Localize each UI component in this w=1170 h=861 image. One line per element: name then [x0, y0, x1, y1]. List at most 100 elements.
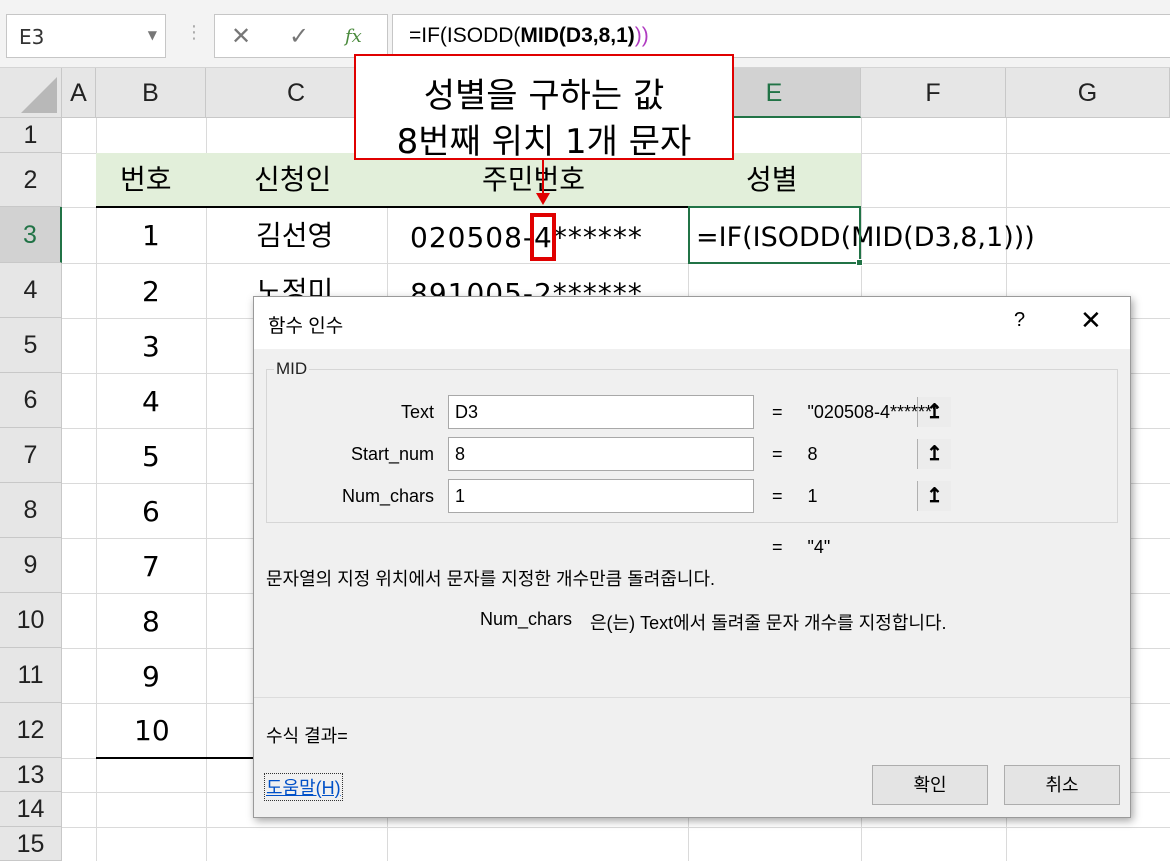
- row-header-7[interactable]: 7: [0, 428, 62, 483]
- gridline: [62, 263, 1170, 264]
- callout-arrow-line: [542, 160, 544, 196]
- name-box-value: E3: [19, 25, 45, 49]
- cell-b9[interactable]: 7: [142, 553, 160, 581]
- gridline: [206, 118, 207, 861]
- arg-result-num-chars: = 1: [772, 486, 818, 507]
- function-arguments-dialog: 함수 인수 ? ✕ MID Text D3 ↥ = "020508-4*****…: [253, 296, 1131, 818]
- arg-input-start-num[interactable]: 8 ↥: [448, 437, 951, 471]
- cell-b12[interactable]: 10: [134, 717, 170, 745]
- gridline: [96, 118, 97, 861]
- arg-value-num-chars: 1: [455, 486, 466, 506]
- equals-sign: =: [772, 444, 783, 464]
- collapse-ref-icon[interactable]: ↥: [917, 439, 951, 469]
- formula-input[interactable]: =IF(ISODD(MID(D3,8,1))): [392, 14, 1170, 58]
- arg-label-text: Text: [400, 402, 434, 422]
- row-header-15[interactable]: 15: [0, 827, 62, 861]
- arg-result-start-num: = 8: [772, 444, 818, 465]
- cell-b11[interactable]: 9: [142, 663, 160, 691]
- help-icon[interactable]: ?: [1014, 309, 1025, 332]
- highlight-box: [530, 213, 556, 261]
- formula-part: ): [627, 24, 635, 47]
- enter-icon[interactable]: ✓: [289, 22, 309, 50]
- row-header-3[interactable]: 3: [0, 207, 62, 263]
- row-header-5[interactable]: 5: [0, 318, 62, 373]
- name-box[interactable]: E3 ▼: [6, 14, 166, 58]
- cell-b10[interactable]: 8: [142, 608, 160, 636]
- cell-b7[interactable]: 5: [142, 443, 160, 471]
- cell-b4[interactable]: 2: [142, 278, 160, 306]
- dialog-title: 함수 인수: [268, 316, 344, 337]
- ok-button[interactable]: 확인: [872, 765, 988, 805]
- help-link[interactable]: 도움말(H): [264, 773, 343, 801]
- formula-result-label: 수식 결과=: [266, 726, 348, 746]
- arg-label-start-num: Start_num: [350, 444, 434, 464]
- formula-part: =IF(ISODD(: [409, 24, 521, 47]
- arg-help-name: Num_chars: [480, 609, 573, 629]
- row-header-9[interactable]: 9: [0, 538, 62, 593]
- grip-icon: ⋮: [185, 22, 203, 43]
- column-header-a[interactable]: A: [62, 68, 96, 118]
- column-header-b[interactable]: B: [96, 68, 206, 118]
- arg-value-start-num: 8: [455, 444, 466, 464]
- cell-b6[interactable]: 4: [142, 388, 160, 416]
- column-header-f[interactable]: F: [861, 68, 1006, 118]
- callout-line-1: 성별을 구하는 값: [423, 76, 665, 116]
- select-all-corner[interactable]: [0, 68, 62, 118]
- formula-text: =IF(ISODD(MID(D3,8,1))): [409, 24, 649, 48]
- collapse-ref-icon[interactable]: ↥: [917, 481, 951, 511]
- cell-d3[interactable]: 020508-4******: [410, 224, 643, 252]
- active-cell-border: [688, 206, 861, 264]
- row-header-2[interactable]: 2: [0, 153, 62, 207]
- select-all-icon: [21, 77, 57, 113]
- row-header-11[interactable]: 11: [0, 648, 62, 703]
- arg-result-value: 1: [807, 486, 818, 506]
- arg-result-text: = "020508-4******": [772, 402, 938, 423]
- row-header-12[interactable]: 12: [0, 703, 62, 758]
- row-header-6[interactable]: 6: [0, 373, 62, 428]
- function-result: = "4": [772, 537, 830, 558]
- column-header-g[interactable]: G: [1006, 68, 1170, 118]
- formula-buttons: ✕ ✓ fx: [214, 14, 388, 58]
- cancel-button[interactable]: 취소: [1004, 765, 1120, 805]
- gridline: [62, 827, 1170, 828]
- row-header-13[interactable]: 13: [0, 758, 62, 792]
- arg-label-num-chars: Num_chars: [341, 486, 434, 506]
- separator: [254, 697, 1130, 698]
- function-name: MID: [274, 359, 310, 379]
- header-cell-id[interactable]: 주민번호: [482, 166, 585, 194]
- cell-b3[interactable]: 1: [142, 222, 160, 250]
- formula-part: )): [634, 24, 649, 47]
- equals-sign: =: [772, 486, 783, 506]
- arrow-down-icon: [536, 193, 550, 205]
- row-header-8[interactable]: 8: [0, 483, 62, 538]
- equals-sign: =: [772, 402, 783, 422]
- equals-sign: =: [772, 537, 783, 557]
- header-cell-no[interactable]: 번호: [120, 166, 172, 194]
- arg-input-num-chars[interactable]: 1 ↥: [448, 479, 951, 513]
- chevron-down-icon[interactable]: ▼: [148, 28, 157, 42]
- cell-b8[interactable]: 6: [142, 498, 160, 526]
- arg-input-text[interactable]: D3 ↥: [448, 395, 951, 429]
- header-cell-applicant[interactable]: 신청인: [254, 166, 331, 194]
- annotation-callout: 성별을 구하는 값 8번째 위치 1개 문자: [354, 54, 734, 162]
- close-icon[interactable]: ✕: [1080, 305, 1102, 336]
- header-cell-gender[interactable]: 성별: [746, 166, 798, 194]
- function-description: 문자열의 지정 위치에서 문자를 지정한 개수만큼 돌려줍니다.: [266, 569, 716, 589]
- formula-part: MID(: [520, 24, 566, 47]
- formula-part: D3,8,1: [565, 24, 628, 47]
- row-header-10[interactable]: 10: [0, 593, 62, 648]
- row-header-4[interactable]: 4: [0, 263, 62, 318]
- cancel-icon[interactable]: ✕: [231, 22, 251, 50]
- arg-value-text: D3: [455, 402, 479, 422]
- cell-c3[interactable]: 김선영: [256, 222, 333, 250]
- cell-b5[interactable]: 3: [142, 333, 160, 361]
- insert-function-icon[interactable]: fx: [345, 26, 362, 47]
- row-header-1[interactable]: 1: [0, 118, 62, 153]
- function-result-value: "4": [807, 537, 831, 557]
- arg-help-text: 은(는) Text에서 돌려줄 문자 개수를 지정합니다.: [590, 613, 947, 633]
- row-header-14[interactable]: 14: [0, 792, 62, 827]
- table-bottom-border: [96, 757, 256, 759]
- arg-result-value: 8: [807, 444, 818, 464]
- arg-result-value: "020508-4******": [807, 402, 939, 422]
- fill-handle[interactable]: [856, 259, 863, 266]
